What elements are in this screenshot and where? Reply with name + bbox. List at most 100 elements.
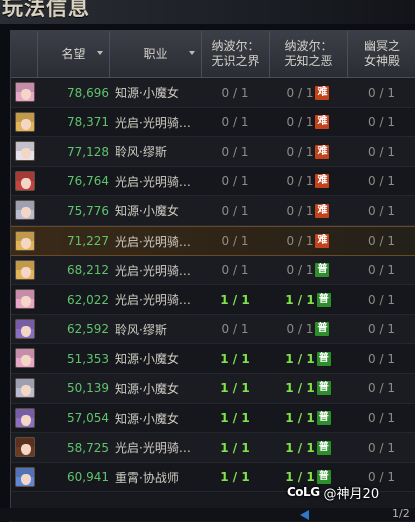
fame-value: 78,696 bbox=[67, 85, 109, 100]
table-row[interactable]: 71,227 光启·光明骑… 0 / 10 / 1难0 / 1 bbox=[11, 225, 415, 256]
job-name: 光启·光明骑… bbox=[115, 234, 191, 249]
dungeon-1-progress: 1 / 1 bbox=[220, 351, 250, 366]
job-name: 知源·小魔女 bbox=[115, 352, 179, 367]
dungeon-1-progress: 0 / 1 bbox=[221, 263, 249, 278]
dungeon-3-progress: 0 / 1 bbox=[368, 440, 395, 455]
dungeon-3-progress: 0 / 1 bbox=[368, 322, 395, 337]
fame-value: 57,054 bbox=[67, 411, 109, 426]
fame-value: 68,212 bbox=[67, 263, 109, 278]
character-avatar bbox=[15, 141, 35, 162]
job-name: 光启·光明骑… bbox=[115, 115, 191, 130]
table-body: 78,696 知源·小魔女 0 / 10 / 1难0 / 1 78,371 光启·光明骑… bbox=[11, 78, 415, 493]
character-avatar bbox=[15, 348, 35, 369]
header-dungeon-3: 幽冥之 女神殿 bbox=[347, 31, 415, 77]
fame-value: 71,227 bbox=[67, 234, 109, 249]
fame-value: 78,371 bbox=[67, 115, 109, 130]
header-dungeon-1: 纳波尔： 无识之界 bbox=[201, 31, 269, 77]
dungeon-2-progress-cell: 1 / 1普 bbox=[269, 433, 347, 462]
dungeon-2-progress-cell: 0 / 1难 bbox=[269, 108, 347, 137]
header-dungeon-3-label: 幽冥之 女神殿 bbox=[363, 39, 400, 68]
fame-value: 62,592 bbox=[67, 322, 109, 337]
character-avatar bbox=[15, 289, 35, 310]
header-dungeon-2-label: 纳波尔： 无知之恶 bbox=[284, 39, 333, 68]
dungeon-2-progress: 0 / 1 bbox=[286, 115, 314, 130]
dungeon-2-progress-cell: 1 / 1普 bbox=[269, 374, 347, 403]
header-job-label: 职业 bbox=[143, 46, 168, 61]
dungeon-2-progress: 0 / 1 bbox=[286, 263, 314, 278]
dungeon-2-progress-cell: 0 / 1难 bbox=[269, 78, 347, 107]
dungeon-1-progress: 0 / 1 bbox=[221, 144, 249, 159]
prev-page-arrow-icon[interactable] bbox=[300, 510, 309, 520]
character-avatar bbox=[15, 407, 35, 428]
table-row[interactable]: 58,725 光启·光明骑… 1 / 11 / 1普0 / 1 bbox=[11, 433, 415, 463]
table-row[interactable]: 51,353 知源·小魔女 1 / 11 / 1普0 / 1 bbox=[11, 344, 415, 374]
table-row[interactable]: 77,128 聆风·缪斯 0 / 10 / 1难0 / 1 bbox=[11, 137, 415, 167]
header-job[interactable]: 职业 bbox=[109, 31, 201, 77]
dungeon-2-progress: 1 / 1 bbox=[285, 440, 315, 455]
job-name: 光启·光明骑… bbox=[115, 174, 191, 189]
character-avatar bbox=[15, 377, 35, 398]
table-row[interactable]: 62,592 聆风·缪斯 0 / 10 / 1普0 / 1 bbox=[11, 314, 415, 345]
dungeon-2-progress-cell: 0 / 1难 bbox=[269, 227, 347, 256]
difficulty-normal-badge: 普 bbox=[316, 351, 331, 366]
difficulty-hard-badge: 难 bbox=[315, 144, 330, 159]
dungeon-1-progress: 0 / 1 bbox=[221, 322, 249, 337]
table-row[interactable]: 78,696 知源·小魔女 0 / 10 / 1难0 / 1 bbox=[11, 78, 415, 108]
table-row[interactable]: 57,054 知源·小魔女 1 / 11 / 1普0 / 1 bbox=[11, 403, 415, 434]
job-name: 光启·光明骑… bbox=[115, 441, 191, 456]
dungeon-2-progress-cell: 0 / 1难 bbox=[269, 196, 347, 225]
table-row[interactable]: 62,022 光启·光明骑… 1 / 11 / 1普0 / 1 bbox=[11, 285, 415, 315]
sort-arrow-icon bbox=[189, 51, 195, 55]
character-avatar bbox=[15, 200, 35, 221]
difficulty-normal-badge: 普 bbox=[316, 292, 331, 307]
dungeon-3-progress: 0 / 1 bbox=[368, 174, 395, 189]
dungeon-2-progress: 0 / 1 bbox=[286, 174, 314, 189]
job-name: 聆风·缪斯 bbox=[115, 145, 167, 160]
difficulty-normal-badge: 普 bbox=[315, 263, 330, 278]
fame-value: 50,139 bbox=[67, 381, 109, 396]
job-name: 知源·小魔女 bbox=[115, 381, 179, 396]
dungeon-2-progress: 1 / 1 bbox=[285, 381, 315, 396]
dungeon-1-progress: 1 / 1 bbox=[220, 470, 250, 485]
fame-value: 62,022 bbox=[67, 292, 109, 307]
dungeon-3-progress: 0 / 1 bbox=[368, 381, 395, 396]
table-row[interactable]: 50,139 知源·小魔女 1 / 11 / 1普0 / 1 bbox=[11, 373, 415, 404]
table-row[interactable]: 76,764 光启·光明骑… 0 / 10 / 1难0 / 1 bbox=[11, 166, 415, 197]
dungeon-1-progress: 1 / 1 bbox=[220, 440, 250, 455]
job-name: 光启·光明骑… bbox=[115, 263, 191, 278]
table-row[interactable]: 75,776 知源·小魔女 0 / 10 / 1难0 / 1 bbox=[11, 196, 415, 226]
dungeon-2-progress: 0 / 1 bbox=[286, 85, 314, 100]
dungeon-1-progress: 0 / 1 bbox=[221, 115, 249, 130]
difficulty-hard-badge: 难 bbox=[315, 115, 330, 130]
watermark: CoLG @神月20 bbox=[287, 481, 379, 503]
job-name: 聆风·缪斯 bbox=[115, 322, 167, 337]
dungeon-1-progress: 0 / 1 bbox=[221, 85, 249, 100]
table-row[interactable]: 68,212 光启·光明骑… 0 / 10 / 1普0 / 1 bbox=[11, 255, 415, 286]
character-avatar bbox=[15, 111, 35, 132]
fame-value: 76,764 bbox=[67, 174, 109, 189]
watermark-handle: @神月20 bbox=[323, 486, 380, 502]
fame-value: 75,776 bbox=[67, 203, 109, 218]
dungeon-2-progress-cell: 1 / 1普 bbox=[269, 285, 347, 314]
character-avatar bbox=[15, 259, 35, 280]
dungeon-1-progress: 1 / 1 bbox=[220, 381, 250, 396]
window-titlebar: 玩法信息 bbox=[0, 0, 415, 24]
dungeon-3-progress: 0 / 1 bbox=[368, 144, 395, 159]
fame-value: 58,725 bbox=[67, 440, 109, 455]
difficulty-hard-badge: 难 bbox=[315, 234, 330, 249]
dungeon-3-progress: 0 / 1 bbox=[368, 203, 395, 218]
header-fame[interactable]: 名望 bbox=[37, 31, 109, 77]
dungeon-2-progress: 0 / 1 bbox=[286, 322, 314, 337]
table-row[interactable]: 78,371 光启·光明骑… 0 / 10 / 1难0 / 1 bbox=[11, 107, 415, 138]
dungeon-3-progress: 0 / 1 bbox=[368, 411, 395, 426]
job-name: 光启·光明骑… bbox=[115, 293, 191, 308]
dungeon-1-progress: 0 / 1 bbox=[221, 174, 249, 189]
character-avatar bbox=[15, 82, 35, 102]
dungeon-1-progress: 0 / 1 bbox=[221, 203, 249, 218]
dungeon-1-progress: 1 / 1 bbox=[220, 411, 250, 426]
difficulty-normal-badge: 普 bbox=[316, 440, 331, 455]
dungeon-2-progress: 1 / 1 bbox=[285, 292, 315, 307]
dungeon-2-progress: 0 / 1 bbox=[286, 203, 314, 218]
header-dungeon-2: 纳波尔： 无知之恶 bbox=[269, 31, 347, 77]
difficulty-normal-badge: 普 bbox=[316, 381, 331, 396]
